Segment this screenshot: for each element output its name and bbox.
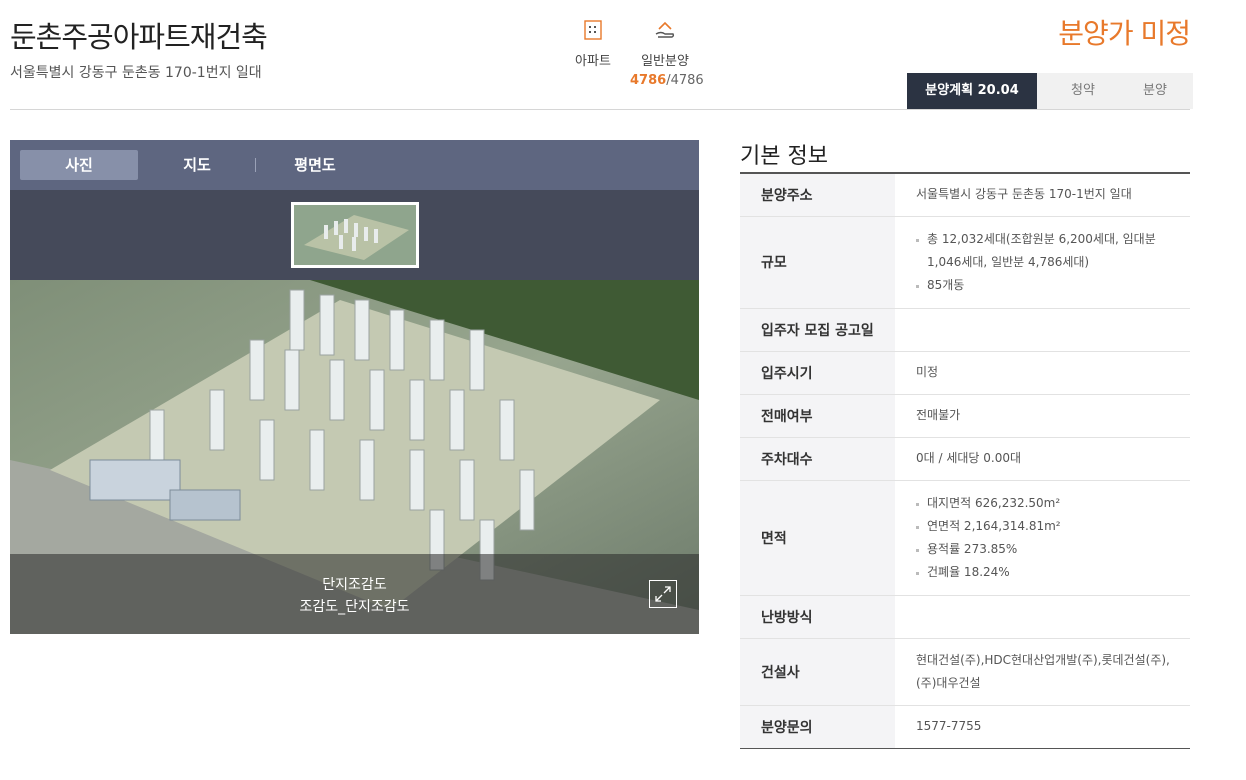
progress-steps: 분양계획 20.04 청약 분양: [907, 73, 1193, 109]
table-row: 분양주소 서울특별시 강동구 둔촌동 170-1번지 일대: [740, 173, 1190, 216]
row-value: 서울특별시 강동구 둔촌동 170-1번지 일대: [916, 187, 1132, 202]
tab-map[interactable]: 지도: [138, 150, 256, 180]
row-label: 규모: [740, 216, 895, 308]
supply-total: /4786: [666, 73, 704, 88]
list-item: 용적률 273.85%: [916, 538, 1190, 561]
row-value: 대지면적 626,232.50m² 연면적 2,164,314.81m² 용적률…: [895, 480, 1190, 595]
step-subscription: 청약: [1037, 73, 1118, 109]
table-row: 분양문의 1577-7755: [740, 705, 1190, 748]
page-title: 둔촌주공아파트재건축: [10, 20, 268, 54]
row-label: 면적: [740, 480, 895, 595]
row-label: 난방방식: [740, 595, 895, 638]
table-row: 입주자 모집 공고일: [740, 308, 1190, 351]
table-row: 입주시기 미정: [740, 351, 1190, 394]
table-row: 면적 대지면적 626,232.50m² 연면적 2,164,314.81m² …: [740, 480, 1190, 595]
apartment-icon: [568, 18, 618, 42]
type-label: 아파트: [575, 54, 611, 69]
table-row: 전매여부 전매불가: [740, 394, 1190, 437]
row-value: 1577-7755: [916, 719, 982, 733]
list-item: 85개동: [916, 274, 1190, 297]
table-row: 주차대수 0대 / 세대당 0.00대: [740, 437, 1190, 480]
row-label: 입주시기: [740, 351, 895, 394]
step-plan: 분양계획 20.04: [907, 73, 1049, 109]
caption-title: 단지조감도: [322, 577, 387, 593]
row-label: 입주자 모집 공고일: [740, 308, 895, 351]
supply-units: 4786/4786: [630, 73, 704, 88]
row-label: 주차대수: [740, 437, 895, 480]
project-address: 서울특별시 강동구 둔촌동 170-1번지 일대: [10, 65, 262, 81]
header-divider: [10, 109, 1190, 110]
step-sale: 분양: [1117, 73, 1193, 109]
list-item: 건폐율 18.24%: [916, 561, 1190, 584]
supply-current: 4786: [630, 73, 667, 88]
photo-caption: 단지조감도 조감도_단지조감도: [10, 554, 699, 634]
info-table: 분양주소 서울특별시 강동구 둔촌동 170-1번지 일대 규모 총 12,03…: [740, 172, 1190, 749]
row-label: 분양주소: [740, 173, 895, 216]
gallery-tabs: 사진 지도 평면도: [10, 140, 699, 190]
row-value: 전매불가: [916, 408, 961, 422]
main-photo[interactable]: 단지조감도 조감도_단지조감도: [10, 280, 699, 634]
type-block: 아파트: [568, 18, 618, 69]
row-label: 전매여부: [740, 394, 895, 437]
row-value: 총 12,032세대(조합원분 6,200세대, 임대분 1,046세대, 일반…: [895, 216, 1190, 308]
supply-label: 일반분양: [641, 54, 689, 69]
photo-gallery: 사진 지도 평면도 단지조감도 조감도_단지조감도: [10, 140, 699, 634]
row-value: 현대건설(주),HDC현대산업개발(주),롯데건설(주),(주)대우건설: [916, 652, 1170, 690]
hand-house-icon: [630, 18, 700, 42]
tab-floorplan[interactable]: 평면도: [256, 150, 374, 180]
row-value: 0대 / 세대당 0.00대: [916, 451, 1022, 465]
table-row: 난방방식: [740, 595, 1190, 638]
table-row: 규모 총 12,032세대(조합원분 6,200세대, 임대분 1,046세대,…: [740, 216, 1190, 308]
tab-photo[interactable]: 사진: [20, 150, 138, 180]
info-section-title: 기본 정보: [740, 144, 828, 169]
list-item: 대지면적 626,232.50m²: [916, 492, 1190, 515]
row-label: 건설사: [740, 638, 895, 705]
price-status: 분양가 미정: [1058, 17, 1191, 50]
row-value: [895, 308, 1190, 351]
row-value: 미정: [916, 365, 939, 379]
table-row: 건설사 현대건설(주),HDC현대산업개발(주),롯데건설(주),(주)대우건설: [740, 638, 1190, 705]
caption-subtitle: 조감도_단지조감도: [299, 599, 410, 615]
list-item: 연면적 2,164,314.81m²: [916, 515, 1190, 538]
supply-block: 일반분양 4786/4786: [630, 18, 704, 88]
expand-icon[interactable]: [649, 580, 677, 608]
thumbnail-strip: [10, 190, 699, 280]
thumbnail-image[interactable]: [290, 202, 419, 268]
list-item: 총 12,032세대(조합원분 6,200세대, 임대분 1,046세대, 일반…: [916, 228, 1190, 274]
row-value: [895, 595, 1190, 638]
row-label: 분양문의: [740, 705, 895, 748]
